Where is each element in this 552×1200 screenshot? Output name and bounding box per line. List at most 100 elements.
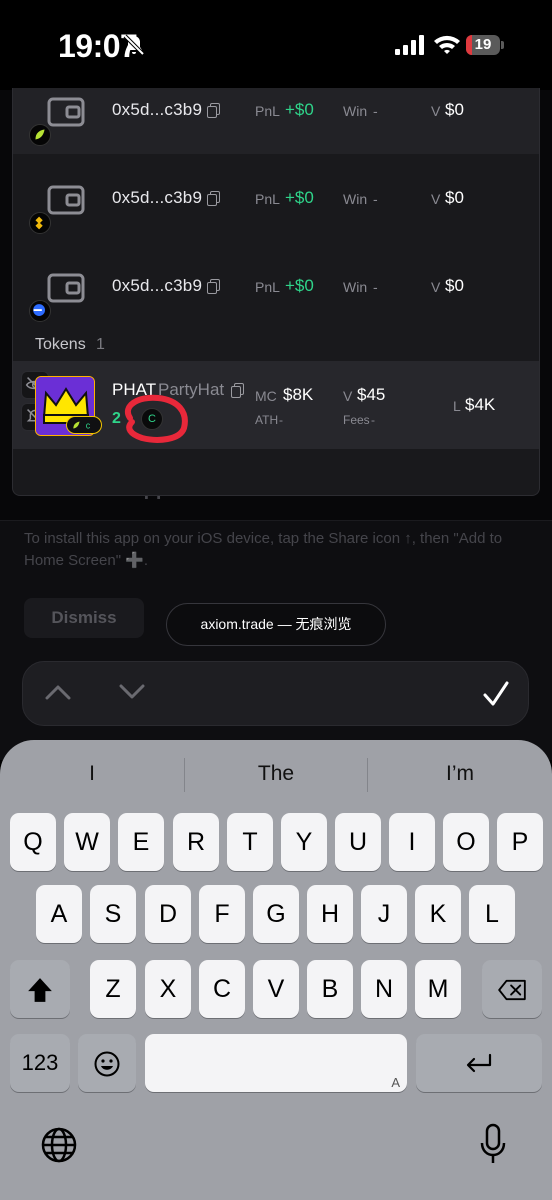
volume-label: V	[431, 103, 441, 119]
shift-key[interactable]	[10, 960, 70, 1018]
space-key-hint: A	[391, 1075, 400, 1090]
wallet-row[interactable]: 0x5d...c3b9 PnL +$0 Win - V $0	[13, 242, 539, 330]
key-r[interactable]: R	[173, 813, 219, 871]
key-p[interactable]: P	[497, 813, 543, 871]
key-n[interactable]: N	[361, 960, 407, 1018]
globe-icon[interactable]	[40, 1126, 78, 1164]
key-e[interactable]: E	[118, 813, 164, 871]
return-key[interactable]	[416, 1034, 542, 1092]
key-d[interactable]: D	[145, 885, 191, 943]
copy-icon[interactable]	[231, 383, 244, 398]
key-y[interactable]: Y	[281, 813, 327, 871]
suggestion-3[interactable]: I’m	[368, 762, 552, 786]
pnl-value: +$0	[285, 188, 314, 207]
key-b[interactable]: B	[307, 960, 353, 1018]
win-label: Win	[343, 279, 368, 295]
microphone-icon[interactable]	[478, 1123, 508, 1165]
url-pill[interactable]: axiom.trade — 无痕浏览	[166, 603, 386, 646]
pnl-value: +$0	[285, 100, 314, 119]
cellular-signal-icon	[395, 35, 424, 55]
wallet-icon	[47, 97, 85, 127]
key-z[interactable]: Z	[90, 960, 136, 1018]
wallet-row[interactable]: 0x5d...c3b9 PnL +$0 Win - V $0	[13, 88, 539, 154]
leaf-icon	[29, 124, 51, 146]
key-o[interactable]: O	[443, 813, 489, 871]
return-icon	[466, 1054, 492, 1073]
key-l[interactable]: L	[469, 885, 515, 943]
key-i[interactable]: I	[389, 813, 435, 871]
key-c[interactable]: C	[199, 960, 245, 1018]
copy-icon[interactable]	[207, 103, 220, 118]
key-t[interactable]: T	[227, 813, 273, 871]
pnl-label: PnL	[255, 103, 280, 119]
volume-label: V	[431, 279, 441, 295]
space-key[interactable]: A	[145, 1034, 407, 1092]
key-a[interactable]: A	[36, 885, 82, 943]
volume-value: $0	[445, 276, 464, 295]
red-circle-annotation	[125, 394, 188, 443]
pnl-label: PnL	[255, 279, 280, 295]
base-icon	[29, 300, 51, 322]
tokens-section-title: Tokens	[35, 336, 86, 353]
checkmark-icon[interactable]	[482, 680, 510, 708]
search-results-panel: 0x5d...c3b9 PnL +$0 Win - V $0 0x5d...c3…	[12, 88, 540, 496]
token-row[interactable]: c PHAT PartyHat 2 C MC $8K ATH - V $45 F…	[13, 361, 539, 449]
wallet-icon	[47, 273, 85, 303]
key-q[interactable]: Q	[10, 813, 56, 871]
token-chain-badge: c	[66, 416, 102, 434]
key-g[interactable]: G	[253, 885, 299, 943]
key-s[interactable]: S	[90, 885, 136, 943]
volume-value: $45	[357, 385, 386, 404]
fees-value: -	[371, 413, 375, 427]
install-instructions: To install this app on your iOS device, …	[24, 530, 503, 569]
market-cap-value: $8K	[283, 385, 314, 404]
bnb-icon	[29, 212, 51, 234]
win-value: -	[373, 191, 378, 207]
dismiss-button[interactable]: Dismiss	[24, 598, 144, 638]
key-w[interactable]: W	[64, 813, 110, 871]
fees-label: Fees	[343, 413, 370, 427]
key-k[interactable]: K	[415, 885, 461, 943]
key-x[interactable]: X	[145, 960, 191, 1018]
wallet-address: 0x5d...c3b9	[112, 276, 203, 295]
volume-label: V	[431, 191, 441, 207]
tokens-count: 1	[96, 336, 105, 353]
key-j[interactable]: J	[361, 885, 407, 943]
backspace-icon	[498, 980, 526, 1001]
chevron-up-icon[interactable]	[45, 684, 71, 700]
ath-value: -	[279, 413, 283, 427]
liquidity-value: $4K	[465, 395, 496, 414]
wifi-icon	[434, 35, 460, 54]
market-cap-label: MC	[255, 388, 277, 404]
emoji-key[interactable]	[78, 1034, 136, 1092]
key-m[interactable]: M	[415, 960, 461, 1018]
key-f[interactable]: F	[199, 885, 245, 943]
chevron-down-icon[interactable]	[119, 684, 145, 700]
delete-key[interactable]	[482, 960, 542, 1018]
emoji-icon	[94, 1051, 120, 1077]
suggestion-1[interactable]: I	[0, 762, 184, 786]
pnl-label: PnL	[255, 191, 280, 207]
bell-off-icon	[123, 34, 145, 56]
volume-value: $0	[445, 188, 464, 207]
copy-icon[interactable]	[207, 279, 220, 294]
volume-label: V	[343, 388, 353, 404]
suggestion-2[interactable]: The	[184, 762, 368, 786]
status-bar: 19:07 19	[0, 0, 552, 90]
key-v[interactable]: V	[253, 960, 299, 1018]
key-h[interactable]: H	[307, 885, 353, 943]
numbers-key[interactable]: 123	[10, 1034, 70, 1092]
liquidity-label: L	[453, 398, 461, 414]
battery-level: 19	[474, 36, 492, 53]
ath-label: ATH	[255, 413, 279, 427]
win-label: Win	[343, 103, 368, 119]
win-label: Win	[343, 191, 368, 207]
copy-icon[interactable]	[207, 191, 220, 206]
wallet-address: 0x5d...c3b9	[112, 188, 203, 207]
wallet-address: 0x5d...c3b9	[112, 100, 203, 119]
wallet-icon	[47, 185, 85, 215]
svg-text:c: c	[86, 421, 91, 431]
key-u[interactable]: U	[335, 813, 381, 871]
battery-indicator: 19	[466, 35, 504, 55]
wallet-row[interactable]: 0x5d...c3b9 PnL +$0 Win - V $0	[13, 154, 539, 242]
